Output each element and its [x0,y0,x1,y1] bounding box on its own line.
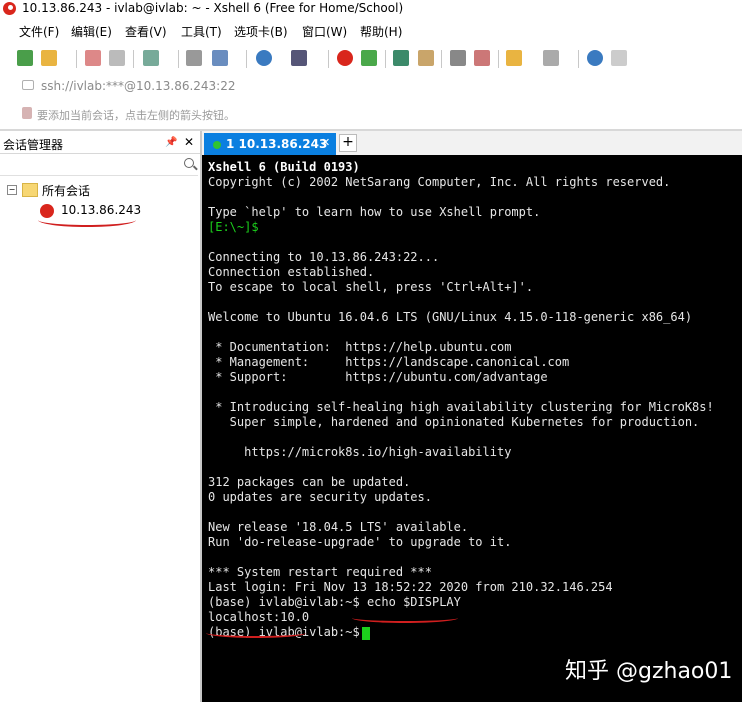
terminal-line: Connection established. [208,265,375,279]
tree-root-all-sessions[interactable]: 所有会话 [42,182,90,199]
hint-bar: 要添加当前会话，点击左侧的箭头按钮。 [0,104,742,126]
terminal-line: [E:\~]$ [208,220,259,234]
watermark: 知乎 @gzhao01 [565,659,733,684]
search-icon[interactable] [184,158,194,168]
terminal-line: (base) ivlab@ivlab:~$ echo $DISPLAY [208,595,461,609]
title-bar: 10.13.86.243 - ivlab@ivlab: ~ - Xshell 6… [0,0,742,18]
terminal-line: localhost:10.0 [208,610,310,624]
toolbar-separator [178,50,179,68]
terminal-line: 0 updates are security updates. [208,490,432,504]
close-icon[interactable]: ✕ [184,135,194,149]
keyboard-icon[interactable] [450,50,466,66]
toolbar-separator [133,50,134,68]
toolbar-separator [76,50,77,68]
red-annotation-underline [352,613,458,623]
disconnect-icon[interactable] [85,50,101,66]
session-manager-header: 会话管理器 📌 ✕ [0,131,200,154]
tab-session-1[interactable]: 1 10.13.86.243 ✕ [204,133,336,155]
menu-help[interactable]: 帮助(H) [360,23,402,40]
new-session-icon[interactable] [17,50,33,66]
menu-window[interactable]: 窗口(W) [302,23,347,40]
window-title: 10.13.86.243 - ivlab@ivlab: ~ - Xshell 6… [22,1,404,15]
highlight-pen-icon[interactable] [474,50,490,66]
session-search-input[interactable] [0,155,198,176]
tab-label: 1 10.13.86.243 [226,137,328,151]
bookmark-arrow-icon[interactable] [22,107,32,119]
menu-edit[interactable]: 编辑(E) [71,23,112,40]
terminal-line: Xshell 6 (Build 0193) [208,160,360,174]
menu-bar: 文件(F) 编辑(E) 查看(V) 工具(T) 选项卡(B) 窗口(W) 帮助(… [0,20,742,42]
terminal-line: * Documentation: https://help.ubuntu.com [208,340,512,354]
toolbar-separator [578,50,579,68]
toolbar-separator [385,50,386,68]
tab-close-icon[interactable]: ✕ [321,136,330,149]
tab-bar: 1 10.13.86.243 ✕ + [202,131,742,155]
terminal-line: * Management: https://landscape.canonica… [208,355,570,369]
address-bar[interactable]: ssh://ivlab:***@10.13.86.243:22 [0,76,742,98]
find-icon[interactable] [186,50,202,66]
terminal-line: Run 'do-release-upgrade' to upgrade to i… [208,535,512,549]
folder-icon [22,183,38,197]
add-tab-button[interactable]: + [339,134,357,152]
terminal[interactable]: Xshell 6 (Build 0193) Copyright (c) 2002 … [202,155,742,702]
lock-icon[interactable] [418,50,434,66]
terminal-line: Copyright (c) 2002 NetSarang Computer, I… [208,175,671,189]
terminal-line: Connecting to 10.13.86.243:22... [208,250,440,264]
session-manager-title: 会话管理器 [3,138,64,152]
terminal-line: 312 packages can be updated. [208,475,411,489]
xshell-icon[interactable] [337,50,353,66]
address-text[interactable]: ssh://ivlab:***@10.13.86.243:22 [41,79,236,93]
copy-icon[interactable] [212,50,228,66]
font-icon[interactable] [291,50,307,66]
pin-icon[interactable]: 📌 [165,137,177,148]
toolbar-separator [328,50,329,68]
tree-collapse-toggle[interactable]: − [7,185,17,195]
xshell-logo-icon [3,2,16,15]
properties-icon[interactable] [143,50,159,66]
terminal-line: * Introducing self-healing high availabi… [208,400,714,414]
chat-icon[interactable] [611,50,627,66]
terminal-line: Super simple, hardened and opinionated K… [208,415,700,429]
terminal-line: Type `help' to learn how to use Xshell p… [208,205,541,219]
terminal-cursor [362,627,370,640]
red-annotation-underline [38,213,136,227]
toolbar [0,44,742,74]
menu-tabs[interactable]: 选项卡(B) [234,23,288,40]
lock-icon [22,80,34,90]
open-folder-icon[interactable] [41,50,57,66]
toolbar-separator [498,50,499,68]
new-folder-icon[interactable] [506,50,522,66]
reconnect-icon[interactable] [109,50,125,66]
globe-icon[interactable] [256,50,272,66]
hint-text: 要添加当前会话，点击左侧的箭头按钮。 [37,109,235,122]
terminal-line: * Support: https://ubuntu.com/advantage [208,370,548,384]
menu-view[interactable]: 查看(V) [125,23,167,40]
terminal-line: New release '18.04.5 LTS' available. [208,520,469,534]
toolbar-separator [441,50,442,68]
terminal-line: To escape to local shell, press 'Ctrl+Al… [208,280,534,294]
help-icon[interactable] [587,50,603,66]
fullscreen-icon[interactable] [393,50,409,66]
terminal-line: Last login: Fri Nov 13 18:52:22 2020 fro… [208,580,613,594]
menu-tools[interactable]: 工具(T) [181,23,222,40]
connected-status-icon [213,141,221,149]
xftp-icon[interactable] [361,50,377,66]
menu-file[interactable]: 文件(F) [19,23,59,40]
terminal-line: *** System restart required *** [208,565,432,579]
terminal-line: https://microk8s.io/high-availability [208,445,512,459]
terminal-line: Welcome to Ubuntu 16.04.6 LTS (GNU/Linux… [208,310,693,324]
toolbar-separator [246,50,247,68]
red-annotation-underline [206,628,306,638]
session-manager-panel: 会话管理器 📌 ✕ − 所有会话 10.13.86.243 [0,131,202,702]
layout-icon[interactable] [543,50,559,66]
